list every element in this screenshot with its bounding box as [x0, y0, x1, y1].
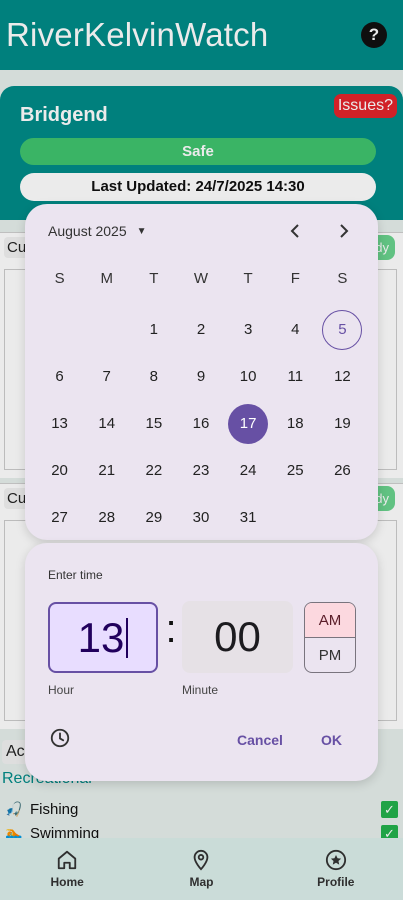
- calendar-days: 1 2 3 4 5 6 7 8 9 10 11 12 13 14 15 16 17 18 19 20 21 22 23 24 2…: [36, 306, 366, 541]
- calendar-day[interactable]: 25: [272, 447, 319, 494]
- calendar-day[interactable]: 7: [83, 353, 130, 400]
- calendar-day[interactable]: 15: [130, 400, 177, 447]
- calendar-day[interactable]: 9: [177, 353, 224, 400]
- calendar-day[interactable]: 26: [319, 447, 366, 494]
- calendar-day-number: 31: [239, 509, 257, 526]
- calendar-day[interactable]: 11: [272, 353, 319, 400]
- calendar-day[interactable]: 20: [36, 447, 83, 494]
- chevron-right-icon: [340, 224, 349, 238]
- calendar-day-number: 2: [196, 321, 206, 338]
- hour-label: Hour: [48, 683, 75, 697]
- minute-value: 00: [214, 613, 261, 660]
- calendar-day-number: 5: [322, 309, 363, 350]
- weekday-label: T: [243, 270, 253, 287]
- calendar-day-number: 22: [145, 462, 163, 479]
- calendar-day-number: 20: [51, 462, 68, 479]
- calendar-day[interactable]: 12: [319, 353, 366, 400]
- time-picker-title: Enter time: [48, 568, 103, 582]
- calendar-day-number: 16: [192, 415, 210, 432]
- weekday-label: M: [100, 270, 113, 287]
- calendar-empty-cell: [36, 306, 83, 353]
- calendar-day[interactable]: 3: [225, 306, 272, 353]
- calendar-day-number: 18: [286, 415, 304, 432]
- calendar-day-number: 28: [98, 509, 116, 526]
- calendar-day-selected[interactable]: 17: [225, 400, 272, 447]
- ok-button[interactable]: OK: [321, 732, 342, 748]
- calendar-day[interactable]: 16: [177, 400, 224, 447]
- next-month-button[interactable]: [330, 218, 356, 244]
- calendar-day-number: 12: [334, 368, 351, 385]
- calendar-day-number: 27: [51, 509, 68, 526]
- am-pm-toggle: AM PM: [304, 602, 356, 673]
- weekday-label: T: [149, 270, 159, 287]
- time-separator: :: [165, 607, 177, 651]
- calendar-day[interactable]: 18: [272, 400, 319, 447]
- time-picker-dialog: Enter time 13 : 00 Hour Minute AM PM Can…: [25, 543, 378, 781]
- calendar-day-number: 13: [51, 415, 68, 432]
- calendar-day-number: 4: [291, 321, 300, 338]
- cancel-button[interactable]: Cancel: [237, 732, 283, 748]
- calendar-day-number: 29: [145, 509, 163, 526]
- calendar-day[interactable]: 27: [36, 494, 83, 541]
- calendar-day[interactable]: 8: [130, 353, 177, 400]
- calendar-day[interactable]: 2: [177, 306, 224, 353]
- chevron-left-icon: [290, 224, 299, 238]
- minute-input[interactable]: 00: [182, 601, 293, 673]
- calendar-day-number: 8: [149, 368, 159, 385]
- am-button[interactable]: AM: [305, 603, 355, 638]
- hour-value: 13: [77, 613, 125, 661]
- calendar-day[interactable]: 24: [225, 447, 272, 494]
- calendar-day[interactable]: 30: [177, 494, 224, 541]
- calendar-day[interactable]: 4: [272, 306, 319, 353]
- calendar-day[interactable]: 10: [225, 353, 272, 400]
- calendar-day-number: 11: [287, 368, 304, 385]
- calendar-day[interactable]: 14: [83, 400, 130, 447]
- date-picker-dialog: August 2025 ▼ SMTWTFS 1 2 3 4 5 6 7 8 9 10 11 12 13 1…: [25, 204, 378, 540]
- calendar-day-number: 17: [228, 403, 269, 444]
- calendar-day[interactable]: 6: [36, 353, 83, 400]
- pm-button[interactable]: PM: [305, 638, 355, 672]
- calendar-day-number: 7: [102, 368, 111, 385]
- calendar-day-number: 6: [55, 368, 64, 385]
- calendar-day-number: 23: [192, 462, 210, 479]
- dropdown-arrow-icon: ▼: [136, 225, 147, 237]
- weekday-label: W: [193, 270, 209, 287]
- month-year-label: August 2025: [48, 223, 127, 239]
- weekday-label: F: [290, 270, 300, 287]
- weekday-label: S: [337, 270, 348, 287]
- hour-input[interactable]: 13: [48, 602, 158, 673]
- calendar-day[interactable]: 21: [83, 447, 130, 494]
- calendar-day-number: 19: [334, 415, 351, 432]
- weekday-label: S: [54, 270, 65, 287]
- calendar-day[interactable]: 22: [130, 447, 177, 494]
- calendar-day[interactable]: 1: [130, 306, 177, 353]
- clock-icon: [50, 728, 70, 748]
- previous-month-button[interactable]: [283, 218, 309, 244]
- calendar-day[interactable]: 5: [319, 306, 366, 353]
- calendar-day[interactable]: 23: [177, 447, 224, 494]
- month-year-selector[interactable]: August 2025 ▼: [48, 223, 147, 239]
- calendar-day[interactable]: 19: [319, 400, 366, 447]
- calendar-day-number: 3: [243, 321, 253, 338]
- weekday-header: SMTWTFS: [36, 270, 366, 287]
- calendar-day-number: 26: [334, 462, 351, 479]
- calendar-day[interactable]: 13: [36, 400, 83, 447]
- calendar-day-number: 25: [286, 462, 304, 479]
- calendar-day-number: 30: [192, 509, 210, 526]
- text-cursor: [126, 617, 129, 658]
- calendar-day-number: 24: [239, 462, 257, 479]
- minute-label: Minute: [182, 683, 219, 697]
- calendar-day-number: 10: [239, 368, 257, 385]
- calendar-day-number: 9: [196, 368, 206, 385]
- calendar-day-number: 15: [145, 415, 163, 432]
- calendar-day-number: 14: [98, 415, 116, 432]
- clock-mode-button[interactable]: [49, 727, 71, 749]
- calendar-day-number: 1: [149, 321, 159, 338]
- calendar-day[interactable]: 29: [130, 494, 177, 541]
- calendar-day[interactable]: 28: [83, 494, 130, 541]
- calendar-day[interactable]: 31: [225, 494, 272, 541]
- calendar-empty-cell: [83, 306, 130, 353]
- calendar-day-number: 21: [98, 462, 116, 479]
